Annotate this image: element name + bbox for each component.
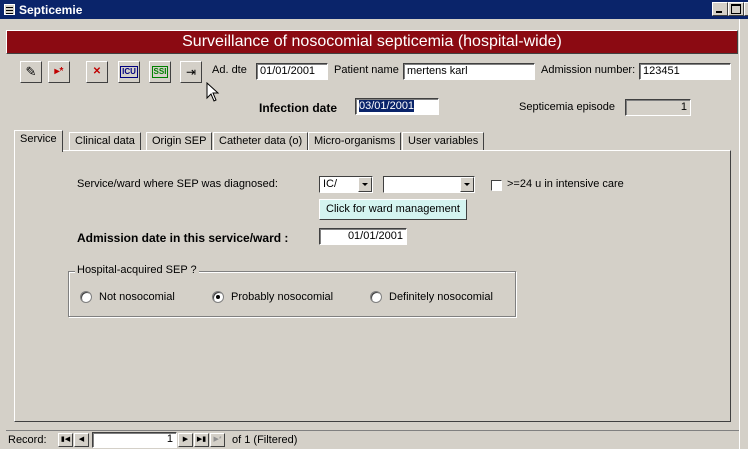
ward-code-value: IC/	[323, 178, 338, 190]
current-record-field[interactable]: 1	[92, 432, 177, 448]
record-label: Record:	[8, 434, 47, 446]
ward-code-dropdown-icon[interactable]	[358, 177, 372, 192]
icu-button[interactable]: ICU	[118, 61, 140, 83]
record-navigator: Record: ▮◀ ◀ 1 ▶ ▶▮ ▶* of 1 (Filtered)	[6, 430, 746, 448]
edit-record-button[interactable]: ✎	[20, 61, 42, 83]
septicemia-episode-field: 1	[625, 99, 691, 116]
definitely-nosocomial-radio[interactable]	[370, 291, 382, 303]
tab-user-variables[interactable]: User variables	[402, 132, 485, 151]
icu-24h-checkbox[interactable]	[491, 180, 502, 191]
definitely-nosocomial-label: Definitely nosocomial	[389, 291, 493, 303]
not-nosocomial-radio[interactable]	[80, 291, 92, 303]
ward-detail-dropdown-icon[interactable]	[460, 177, 474, 192]
tab-catheter-data[interactable]: Catheter data (o)	[213, 132, 309, 151]
maximize-button[interactable]	[728, 2, 744, 16]
admission-number-field[interactable]: 123451	[639, 63, 731, 80]
right-border	[739, 19, 748, 449]
previous-record-button[interactable]: ◀	[74, 433, 89, 447]
mouse-cursor-icon	[206, 82, 220, 102]
tab-clinical-data[interactable]: Clinical data	[69, 132, 141, 151]
delete-record-icon: ✕	[92, 66, 102, 77]
delete-record-button[interactable]: ✕	[86, 61, 108, 83]
record-count-text: of 1 (Filtered)	[232, 434, 298, 446]
tab-service[interactable]: Service	[14, 130, 63, 152]
admission-service-field[interactable]: 01/01/2001	[319, 228, 407, 245]
ward-detail-combo[interactable]	[383, 176, 475, 193]
close-button[interactable]	[744, 2, 748, 16]
window-title: Septicemie	[19, 3, 83, 17]
probably-nosocomial-label: Probably nosocomial	[231, 291, 334, 303]
application-window: Septicemie Surveillance of nosocomial se…	[0, 0, 748, 449]
exit-button[interactable]: ⇥	[180, 61, 202, 83]
icu-24h-label: >=24 u in intensive care	[507, 178, 624, 190]
infection-date-value: 03/01/2001	[359, 100, 415, 112]
infection-date-label: Infection date	[259, 101, 338, 115]
ad-dte-label: Ad. dte	[212, 64, 247, 76]
ssi-button[interactable]: SSI	[149, 61, 171, 83]
tab-micro-organisms[interactable]: Micro-organisms	[308, 132, 402, 151]
new-record-icon: ▸*	[54, 66, 64, 77]
form-header-banner: Surveillance of nosocomial septicemia (h…	[6, 30, 738, 54]
minimize-button[interactable]	[712, 2, 728, 16]
new-record-nav-button[interactable]: ▶*	[210, 433, 225, 447]
patient-name-label: Patient name	[334, 64, 399, 76]
icu-icon: ICU	[120, 66, 138, 78]
hospital-acquired-label: Hospital-acquired SEP ?	[75, 264, 199, 276]
admission-service-label: Admission date in this service/ward :	[77, 231, 289, 245]
probably-nosocomial-radio[interactable]	[212, 291, 224, 303]
form-icon	[4, 4, 15, 15]
ssi-icon: SSI	[151, 66, 169, 78]
ward-code-combo[interactable]: IC/	[319, 176, 373, 193]
patient-name-field[interactable]: mertens karl	[403, 63, 535, 80]
last-record-button[interactable]: ▶▮	[194, 433, 209, 447]
title-bar[interactable]: Septicemie	[0, 0, 748, 19]
ward-management-button[interactable]: Click for ward management	[319, 199, 467, 220]
next-record-button[interactable]: ▶	[178, 433, 193, 447]
tab-origin-sep[interactable]: Origin SEP	[146, 132, 213, 151]
new-record-button[interactable]: ▸*	[48, 61, 70, 83]
admission-number-label: Admission number:	[541, 64, 636, 76]
ward-label: Service/ward where SEP was diagnosed:	[77, 178, 278, 190]
first-record-button[interactable]: ▮◀	[58, 433, 73, 447]
exit-door-icon: ⇥	[185, 65, 197, 79]
infection-date-field[interactable]: 03/01/2001	[355, 98, 439, 115]
edit-icon: ✎	[25, 64, 37, 79]
septicemia-episode-label: Septicemia episode	[519, 101, 616, 113]
not-nosocomial-label: Not nosocomial	[99, 291, 175, 303]
ad-dte-field[interactable]: 01/01/2001	[256, 63, 328, 80]
